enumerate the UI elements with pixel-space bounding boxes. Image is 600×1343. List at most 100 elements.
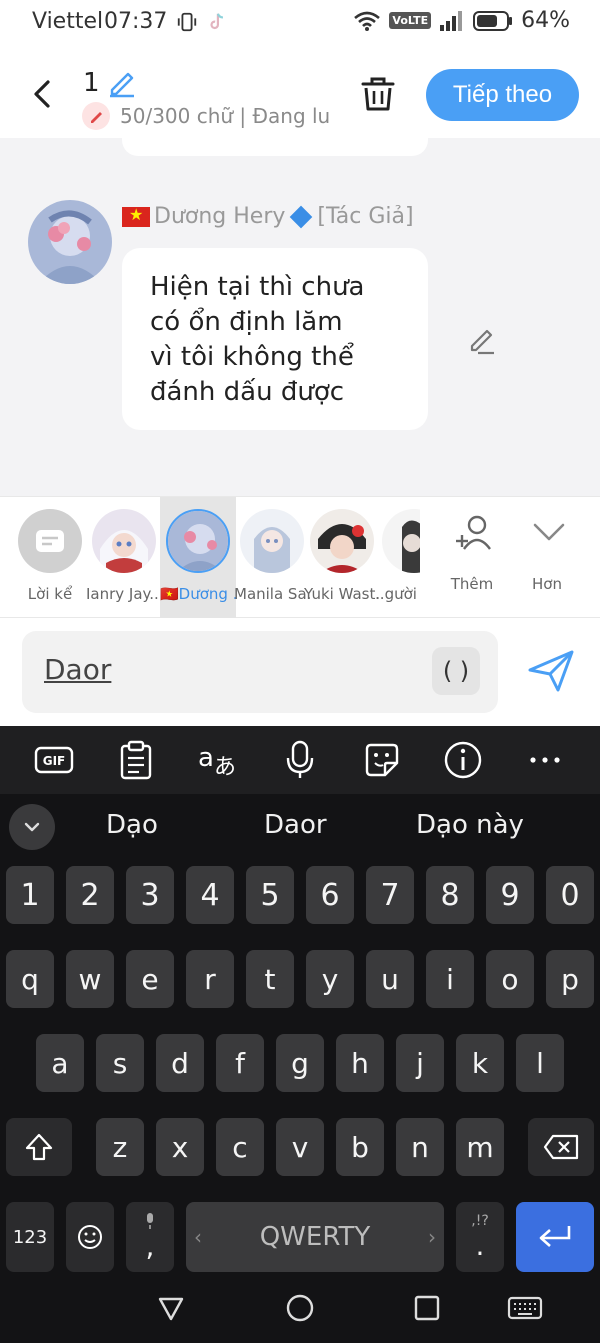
key-7[interactable]: 7 bbox=[366, 866, 414, 924]
keyboard-switch-icon[interactable] bbox=[506, 1291, 544, 1325]
edit-title-icon[interactable] bbox=[106, 66, 138, 98]
key-e[interactable]: e bbox=[126, 950, 174, 1008]
key-0[interactable]: 0 bbox=[546, 866, 594, 924]
key-d[interactable]: d bbox=[156, 1034, 204, 1092]
word-count-status: 50/300 chữ | Đang lu bbox=[120, 104, 331, 128]
key-5[interactable]: 5 bbox=[246, 866, 294, 924]
key-t[interactable]: t bbox=[246, 950, 294, 1008]
author-tag: [Tác Giả] bbox=[317, 204, 414, 229]
translate-icon[interactable]: aあ bbox=[196, 738, 240, 782]
character-item-selected[interactable]: 🇻🇳Dương ... bbox=[160, 497, 236, 619]
backspace-key[interactable] bbox=[528, 1118, 594, 1176]
suggestion-item[interactable]: Dạo này bbox=[416, 810, 524, 840]
chapter-title[interactable]: 1 bbox=[83, 68, 100, 98]
character-item[interactable]: ..gười bbox=[372, 497, 420, 619]
key-n[interactable]: n bbox=[396, 1118, 444, 1176]
sticker-icon[interactable] bbox=[360, 738, 404, 782]
recents-square-icon[interactable] bbox=[410, 1291, 444, 1325]
key-area: 1 2 3 4 5 6 7 8 9 0 q w e r t y u i o p … bbox=[0, 858, 600, 1273]
key-c[interactable]: c bbox=[216, 1118, 264, 1176]
key-s[interactable]: s bbox=[96, 1034, 144, 1092]
key-a[interactable]: a bbox=[36, 1034, 84, 1092]
add-character-button[interactable]: Thêm bbox=[437, 497, 507, 619]
key-p[interactable]: p bbox=[546, 950, 594, 1008]
character-item[interactable]: Ianry Jay... bbox=[86, 497, 162, 619]
chat-area[interactable]: Dương Hery [Tác Giả] Hiện tại thì chưa c… bbox=[0, 138, 600, 496]
character-selector: Lời kể Ianry Jay... 🇻🇳Dương . bbox=[0, 496, 600, 619]
message-input[interactable]: Daor ( ) bbox=[22, 631, 498, 713]
more-options-icon[interactable] bbox=[523, 738, 567, 782]
key-k[interactable]: k bbox=[456, 1034, 504, 1092]
character-item[interactable]: Manila Sa... bbox=[234, 497, 310, 619]
narrator-avatar bbox=[18, 509, 82, 573]
more-label: Hơn bbox=[532, 575, 562, 593]
character-avatar bbox=[240, 509, 304, 573]
key-q[interactable]: q bbox=[6, 950, 54, 1008]
previous-message-bubble[interactable] bbox=[122, 138, 428, 156]
chevron-left-icon: ‹ bbox=[194, 1225, 202, 1249]
key-o[interactable]: o bbox=[486, 950, 534, 1008]
emoji-key[interactable] bbox=[66, 1202, 114, 1272]
key-i[interactable]: i bbox=[426, 950, 474, 1008]
author-avatar[interactable] bbox=[28, 200, 112, 284]
suggestion-item[interactable]: Dạo bbox=[106, 810, 158, 840]
send-icon[interactable] bbox=[526, 648, 576, 694]
key-4[interactable]: 4 bbox=[186, 866, 234, 924]
key-6[interactable]: 6 bbox=[306, 866, 354, 924]
comma-key[interactable]: , bbox=[126, 1202, 174, 1272]
key-w[interactable]: w bbox=[66, 950, 114, 1008]
key-3[interactable]: 3 bbox=[126, 866, 174, 924]
character-name: 🇻🇳Dương ... bbox=[160, 585, 236, 603]
character-item[interactable]: Yuki Wast... bbox=[304, 497, 380, 619]
home-circle-icon[interactable] bbox=[283, 1291, 317, 1325]
back-button[interactable] bbox=[24, 74, 60, 114]
key-g[interactable]: g bbox=[276, 1034, 324, 1092]
microphone-icon[interactable] bbox=[278, 738, 322, 782]
key-x[interactable]: x bbox=[156, 1118, 204, 1176]
message-input-text[interactable]: Daor bbox=[44, 653, 111, 686]
key-u[interactable]: u bbox=[366, 950, 414, 1008]
suggestion-item[interactable]: Daor bbox=[264, 810, 327, 840]
pencil-badge-icon bbox=[82, 102, 110, 130]
author-name: Dương Hery bbox=[154, 204, 286, 229]
gif-icon[interactable]: GIF bbox=[32, 738, 76, 782]
more-button[interactable]: Hơn bbox=[512, 497, 582, 619]
character-narrator[interactable]: Lời kể bbox=[12, 497, 88, 619]
next-button[interactable]: Tiếp theo bbox=[426, 69, 579, 121]
key-m[interactable]: m bbox=[456, 1118, 504, 1176]
enter-key[interactable] bbox=[516, 1202, 594, 1272]
key-9[interactable]: 9 bbox=[486, 866, 534, 924]
character-avatar bbox=[92, 509, 156, 573]
collapse-suggestions-button[interactable] bbox=[9, 804, 55, 850]
space-key[interactable]: ‹ QWERTY › bbox=[186, 1202, 444, 1272]
key-z[interactable]: z bbox=[96, 1118, 144, 1176]
symbols-key[interactable]: 123 bbox=[6, 1202, 54, 1272]
add-person-icon bbox=[456, 515, 491, 550]
svg-text:a: a bbox=[198, 743, 214, 773]
enter-icon bbox=[539, 1226, 571, 1247]
period-key[interactable]: ,!? . bbox=[456, 1202, 504, 1272]
back-triangle-icon[interactable] bbox=[154, 1291, 188, 1325]
key-8[interactable]: 8 bbox=[426, 866, 474, 924]
shift-key[interactable] bbox=[6, 1118, 72, 1176]
key-v[interactable]: v bbox=[276, 1118, 324, 1176]
blue-diamond-icon bbox=[290, 205, 313, 228]
key-j[interactable]: j bbox=[396, 1034, 444, 1092]
backspace-icon bbox=[543, 1134, 579, 1160]
clock: 07:37 bbox=[104, 9, 168, 34]
key-b[interactable]: b bbox=[336, 1118, 384, 1176]
key-2[interactable]: 2 bbox=[66, 866, 114, 924]
key-f[interactable]: f bbox=[216, 1034, 264, 1092]
trash-icon[interactable] bbox=[358, 74, 398, 114]
message-bubble[interactable]: Hiện tại thì chưa có ổn định lăm vì tôi … bbox=[122, 248, 428, 430]
edit-message-icon[interactable] bbox=[466, 324, 498, 356]
key-l[interactable]: l bbox=[516, 1034, 564, 1092]
clipboard-icon[interactable] bbox=[114, 738, 158, 782]
parentheses-button[interactable]: ( ) bbox=[432, 647, 480, 695]
info-icon[interactable] bbox=[441, 738, 485, 782]
key-y[interactable]: y bbox=[306, 950, 354, 1008]
key-1[interactable]: 1 bbox=[6, 866, 54, 924]
key-h[interactable]: h bbox=[336, 1034, 384, 1092]
punctuation-hint: ,!? bbox=[471, 1212, 489, 1229]
key-r[interactable]: r bbox=[186, 950, 234, 1008]
